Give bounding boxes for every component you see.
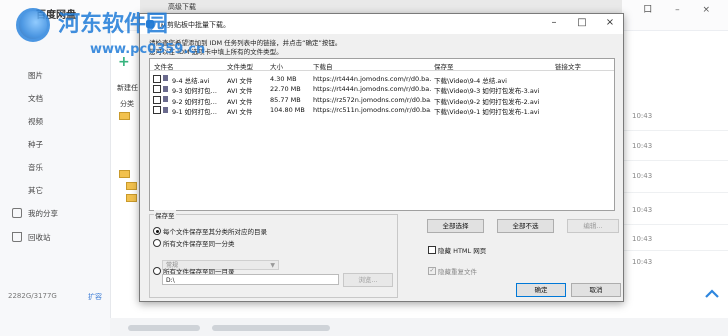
new-task-label[interactable]: 新建任 [117, 83, 138, 93]
file-type: AVI 文件 [227, 108, 253, 116]
list-divider [622, 130, 728, 131]
list-divider [622, 192, 728, 193]
watermark-logo-icon [16, 8, 50, 42]
file-list-table: 文件名 文件类型 大小 下载自 保存至 链接文字 9-4 总结.avi AVI … [149, 58, 615, 211]
column-header-size[interactable]: 大小 [270, 61, 283, 71]
row-checkbox[interactable] [153, 95, 161, 104]
save-same-category-radio[interactable] [153, 239, 161, 247]
column-header-url[interactable]: 下载自 [313, 61, 333, 71]
save-same-category-label[interactable]: 所有文件保存至同一分类 [163, 238, 235, 248]
column-header-save[interactable]: 保存至 [434, 61, 454, 71]
file-name: 9-1 如何打包... [172, 108, 217, 116]
chevron-down-icon: ▼ [270, 262, 275, 269]
modified-time: 10:43 [632, 142, 653, 150]
category-label: 分类 [120, 100, 134, 108]
cancel-button[interactable]: 取消 [571, 283, 621, 297]
sidebar-item-music[interactable]: 音乐 [28, 162, 43, 173]
save-category-dir-radio[interactable] [153, 227, 161, 235]
table-row[interactable]: 9-1 如何打包... AVI 文件 104.80 MB https://rc5… [150, 105, 614, 116]
edit-button[interactable]: 编辑... [567, 219, 619, 233]
file-size: 4.30 MB [270, 74, 297, 83]
modified-time: 10:43 [632, 112, 653, 120]
dialog-title: 从剪贴板中批量下载。 [160, 21, 230, 29]
netdisk-window-controls[interactable]: 口 – × [643, 2, 720, 15]
hide-html-label[interactable]: 隐藏 HTML 网页 [438, 245, 486, 255]
hide-duplicates-label[interactable]: 隐藏重复文件 [438, 266, 477, 276]
list-divider [622, 224, 728, 225]
sidebar-item-recycle-bin[interactable]: 回收站 [28, 232, 51, 243]
folder-icon [126, 182, 137, 190]
file-size: 85.77 MB [270, 95, 301, 104]
dialog-titlebar[interactable]: 从剪贴板中批量下载。 – □ × [140, 14, 623, 34]
file-url: https://rz572n.jomodns.com/r/d0.ba... [313, 95, 431, 104]
file-url: https://rt444n.jomodns.com/r/d0.ba... [313, 74, 431, 83]
maximize-button[interactable]: □ [572, 17, 592, 28]
modified-time: 10:43 [632, 235, 653, 243]
table-row[interactable]: 9-2 如何打包... AVI 文件 85.77 MB https://rz57… [150, 94, 614, 106]
modified-time: 10:43 [632, 258, 653, 266]
select-none-button[interactable]: 全部不选 [497, 219, 554, 233]
watermark-url: www.pc0359.cn [90, 42, 206, 57]
column-header-name[interactable]: 文件名 [154, 61, 174, 71]
folder-icon [119, 112, 130, 120]
row-checkbox[interactable] [153, 106, 161, 114]
behind-window-title: 高级下载 [168, 3, 196, 11]
save-to-legend: 保存至 [154, 210, 176, 220]
netdisk-sidebar: 图片 文档 视频 种子 音乐 其它 我的分享 回收站 [0, 30, 111, 336]
horizontal-scrollbar[interactable] [128, 325, 200, 331]
file-size: 104.80 MB [270, 106, 305, 114]
row-checkbox[interactable] [153, 74, 161, 83]
folder-path-input[interactable]: D:\ [162, 274, 339, 285]
batch-download-dialog: 从剪贴板中批量下载。 – □ × 请检查您希望添加到 IDM 任务列表中的链接，… [139, 13, 624, 302]
storage-usage: 2282G/3177G [8, 292, 57, 300]
horizontal-scrollbar[interactable] [212, 325, 330, 331]
modified-time: 10:43 [632, 206, 653, 214]
sidebar-item-images[interactable]: 图片 [28, 70, 43, 81]
column-header-type[interactable]: 文件类型 [227, 61, 253, 71]
column-header-link-text[interactable]: 链接文字 [555, 61, 581, 71]
list-divider [622, 160, 728, 161]
sidebar-item-my-shares[interactable]: 我的分享 [28, 208, 58, 219]
sidebar-item-other[interactable]: 其它 [28, 185, 43, 196]
expand-storage-link[interactable]: 扩容 [88, 292, 102, 302]
file-save-path: 下载\Video\9-1 如何打包发布-1.avi [434, 108, 540, 116]
folder-icon [119, 170, 130, 178]
sidebar-item-documents[interactable]: 文档 [28, 93, 43, 104]
save-category-dir-label[interactable]: 每个文件保存至其分类所对应的目录 [163, 226, 267, 236]
netdisk-bottom-bar [110, 318, 728, 336]
table-row[interactable]: 9-4 总结.avi AVI 文件 4.30 MB https://rt444n… [150, 73, 614, 85]
browse-button[interactable]: 浏览... [343, 273, 393, 287]
file-url: https://rc511n.jomodns.com/r/d0.ba... [313, 106, 431, 114]
scroll-to-top-icon[interactable] [704, 286, 720, 302]
video-file-icon [163, 85, 168, 92]
minimize-button[interactable]: – [544, 17, 564, 28]
table-header: 文件名 文件类型 大小 下载自 保存至 链接文字 [150, 59, 614, 71]
select-all-button[interactable]: 全部选择 [427, 219, 484, 233]
behind-window-titlebar [140, 0, 622, 13]
plus-icon: + [118, 54, 130, 70]
hide-html-checkbox[interactable] [428, 246, 436, 254]
row-checkbox[interactable] [153, 85, 161, 93]
hide-duplicates-checkbox[interactable]: ✓ [428, 267, 436, 275]
recycle-bin-icon [12, 232, 22, 242]
save-to-group: 保存至 每个文件保存至其分类所对应的目录 所有文件保存至同一分类 常规 ▼ 所有… [149, 210, 398, 298]
modified-time: 10:43 [632, 172, 653, 180]
watermark-site-name: 河东软件园 [58, 12, 169, 37]
video-file-icon [163, 106, 168, 113]
table-row[interactable]: 9-3 如何打包... AVI 文件 22.70 MB https://rt44… [150, 84, 614, 95]
ok-button[interactable]: 确定 [516, 283, 566, 297]
list-divider [622, 250, 728, 251]
share-icon [12, 208, 22, 218]
video-file-icon [163, 96, 168, 102]
save-same-dir-radio[interactable] [153, 267, 161, 275]
close-button[interactable]: × [600, 17, 620, 28]
sidebar-item-torrents[interactable]: 种子 [28, 139, 43, 150]
video-file-icon [163, 75, 168, 81]
folder-icon [126, 194, 137, 202]
file-size: 22.70 MB [270, 85, 301, 93]
sidebar-item-videos[interactable]: 视频 [28, 116, 43, 127]
file-url: https://rt444n.jomodns.com/r/d0.ba... [313, 85, 431, 93]
